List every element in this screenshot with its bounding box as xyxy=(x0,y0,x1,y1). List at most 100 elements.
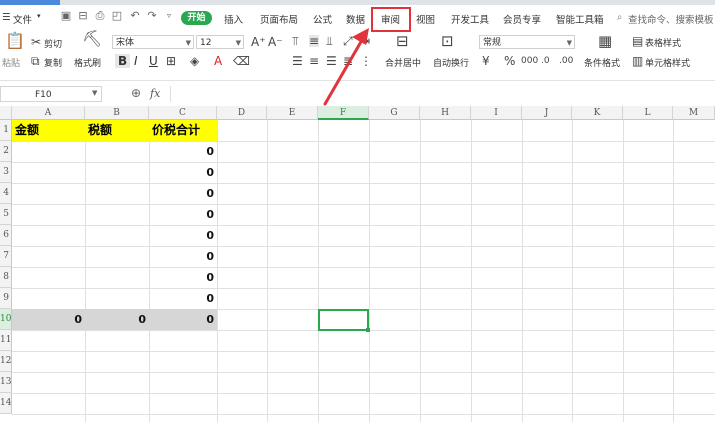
merge-center-button[interactable]: 合并居中 xyxy=(385,56,421,69)
save-icon[interactable]: ⊟ xyxy=(77,10,89,22)
cell-c5[interactable]: 0 xyxy=(149,204,217,225)
align-right-icon[interactable]: ☰ xyxy=(326,55,337,67)
align-top-icon[interactable]: ⫪ xyxy=(292,35,299,47)
col-header-b[interactable]: B xyxy=(85,106,149,120)
cell-c10[interactable]: 0 xyxy=(149,309,217,330)
tab-formulas[interactable]: 公式 xyxy=(313,12,332,26)
row-header-8[interactable]: 8 xyxy=(0,267,12,288)
fill-handle[interactable] xyxy=(366,328,370,332)
row-header-5[interactable]: 5 xyxy=(0,204,12,225)
cell-c4[interactable]: 0 xyxy=(149,183,217,204)
tab-data[interactable]: 数据 xyxy=(346,12,365,26)
cell-b1[interactable]: 税额 xyxy=(85,120,149,141)
col-header-g[interactable]: G xyxy=(369,106,420,120)
col-header-i[interactable]: I xyxy=(471,106,522,120)
row-header-13[interactable]: 13 xyxy=(0,372,12,393)
cell-a10[interactable]: 0 xyxy=(12,309,85,330)
tab-page-layout[interactable]: 页面布局 xyxy=(260,12,298,26)
col-header-h[interactable]: H xyxy=(420,106,471,120)
cell-c3[interactable]: 0 xyxy=(149,162,217,183)
row-header-11[interactable]: 11 xyxy=(0,330,12,351)
decrease-decimal-icon[interactable]: .00 xyxy=(559,55,573,67)
tab-insert[interactable]: 插入 xyxy=(224,12,243,26)
fill-color-icon[interactable]: ◈ xyxy=(190,55,199,67)
cell-c1[interactable]: 价税合计 xyxy=(149,120,217,141)
cell-c8[interactable]: 0 xyxy=(149,267,217,288)
align-bottom-icon[interactable]: ⫫ xyxy=(326,35,333,47)
align-left-icon[interactable]: ☰ xyxy=(292,55,303,67)
zoom-icon[interactable]: ⊕ xyxy=(131,86,141,100)
col-header-k[interactable]: K xyxy=(572,106,623,120)
cell-a1[interactable]: 金额 xyxy=(12,120,85,141)
indent-icon[interactable]: ⇥ xyxy=(360,35,370,47)
col-header-a[interactable]: A xyxy=(12,106,85,120)
cell-c9[interactable]: 0 xyxy=(149,288,217,309)
percent-icon[interactable]: % xyxy=(504,55,515,67)
row-header-6[interactable]: 6 xyxy=(0,225,12,246)
tab-membership[interactable]: 会员专享 xyxy=(503,12,541,26)
wrap-text-button[interactable]: 自动换行 xyxy=(433,56,469,69)
align-middle-icon[interactable]: ≡ xyxy=(309,35,320,47)
increase-decimal-icon[interactable]: .0 xyxy=(541,55,550,67)
orientation-icon[interactable]: ⤢ xyxy=(343,35,353,47)
tab-developer[interactable]: 开发工具 xyxy=(451,12,489,26)
select-all-corner[interactable] xyxy=(0,106,12,120)
formula-input[interactable] xyxy=(170,86,715,102)
row-header-2[interactable]: 2 xyxy=(0,141,12,162)
col-header-c[interactable]: C xyxy=(149,106,217,120)
decrease-font-icon[interactable]: A⁻ xyxy=(268,36,283,48)
clear-format-icon[interactable]: ⌫ xyxy=(233,55,250,67)
menu-file[interactable]: 文件 xyxy=(13,12,32,26)
conditional-format-button[interactable]: 条件格式 xyxy=(584,56,620,69)
number-format-select[interactable]: 常规 ▼ xyxy=(479,35,575,49)
print-icon[interactable]: ⎙ xyxy=(94,10,106,22)
col-header-j[interactable]: J xyxy=(522,106,572,120)
font-size-select[interactable]: 12 ▼ xyxy=(196,35,244,49)
paste-icon[interactable]: 📋 xyxy=(5,33,25,49)
row-header-14[interactable]: 14 xyxy=(0,393,12,414)
row-header-9[interactable]: 9 xyxy=(0,288,12,309)
tab-smart-toolbox[interactable]: 智能工具箱 xyxy=(556,12,604,26)
cell-b10[interactable]: 0 xyxy=(85,309,149,330)
border-icon[interactable]: ⊞ xyxy=(166,55,176,67)
col-header-l[interactable]: L xyxy=(623,106,673,120)
cell-c6[interactable]: 0 xyxy=(149,225,217,246)
underline-button[interactable]: U xyxy=(149,54,158,68)
command-search[interactable]: 查找命令、搜索模板 xyxy=(628,12,714,26)
tab-home[interactable]: 开始 xyxy=(181,11,212,25)
col-header-e[interactable]: E xyxy=(267,106,318,120)
copy-button[interactable]: 复制 xyxy=(44,56,62,69)
hamburger-icon[interactable]: ☰ xyxy=(2,12,11,23)
cut-button[interactable]: 剪切 xyxy=(44,37,62,50)
print-preview-icon[interactable]: ◰ xyxy=(111,10,123,22)
col-header-m[interactable]: M xyxy=(673,106,715,120)
new-doc-icon[interactable]: ▣ xyxy=(60,10,72,22)
currency-icon[interactable]: ¥ xyxy=(482,55,490,67)
increase-font-icon[interactable]: A⁺ xyxy=(251,36,266,48)
format-painter-button[interactable]: 格式刷 xyxy=(74,56,101,69)
chevron-down-icon[interactable]: ▼ xyxy=(92,89,97,97)
row-header-3[interactable]: 3 xyxy=(0,162,12,183)
cell-c2[interactable]: 0 xyxy=(149,141,217,162)
selected-cell-f10[interactable] xyxy=(318,309,369,331)
chevron-down-icon[interactable]: ▾ xyxy=(37,12,41,20)
italic-button[interactable]: I xyxy=(134,54,138,68)
row-header-10[interactable]: 10 xyxy=(0,309,12,330)
row-header-7[interactable]: 7 xyxy=(0,246,12,267)
font-color-icon[interactable]: A xyxy=(214,55,222,67)
undo-icon[interactable]: ↶ xyxy=(129,10,141,22)
align-center-icon[interactable]: ≡ xyxy=(309,55,319,67)
cell-style-button[interactable]: 单元格样式 xyxy=(645,56,690,69)
row-header-1[interactable]: 1 xyxy=(0,120,12,141)
cell-c7[interactable]: 0 xyxy=(149,246,217,267)
row-header-4[interactable]: 4 xyxy=(0,183,12,204)
paste-button[interactable]: 粘贴 xyxy=(2,56,20,69)
col-header-f[interactable]: F xyxy=(318,106,369,120)
quick-access-more-icon[interactable]: ▿ xyxy=(163,10,175,22)
row-header-12[interactable]: 12 xyxy=(0,351,12,372)
distributed-icon[interactable]: ⋮ xyxy=(360,55,372,67)
thousands-icon[interactable]: 000 xyxy=(521,55,538,67)
tab-view[interactable]: 视图 xyxy=(416,12,435,26)
col-header-d[interactable]: D xyxy=(217,106,267,120)
name-box[interactable]: F10 xyxy=(0,86,102,102)
